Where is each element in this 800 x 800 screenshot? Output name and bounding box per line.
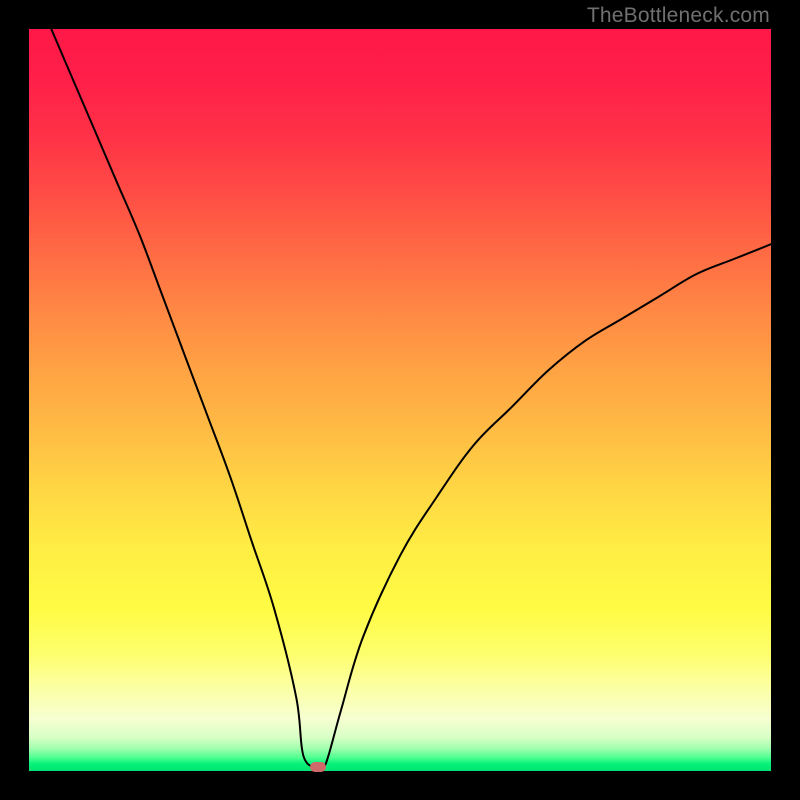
bottleneck-curve	[29, 29, 771, 771]
plot-area	[29, 29, 771, 771]
attribution-text: TheBottleneck.com	[587, 4, 770, 28]
optimum-marker	[310, 762, 326, 772]
chart-frame: TheBottleneck.com	[0, 0, 800, 800]
